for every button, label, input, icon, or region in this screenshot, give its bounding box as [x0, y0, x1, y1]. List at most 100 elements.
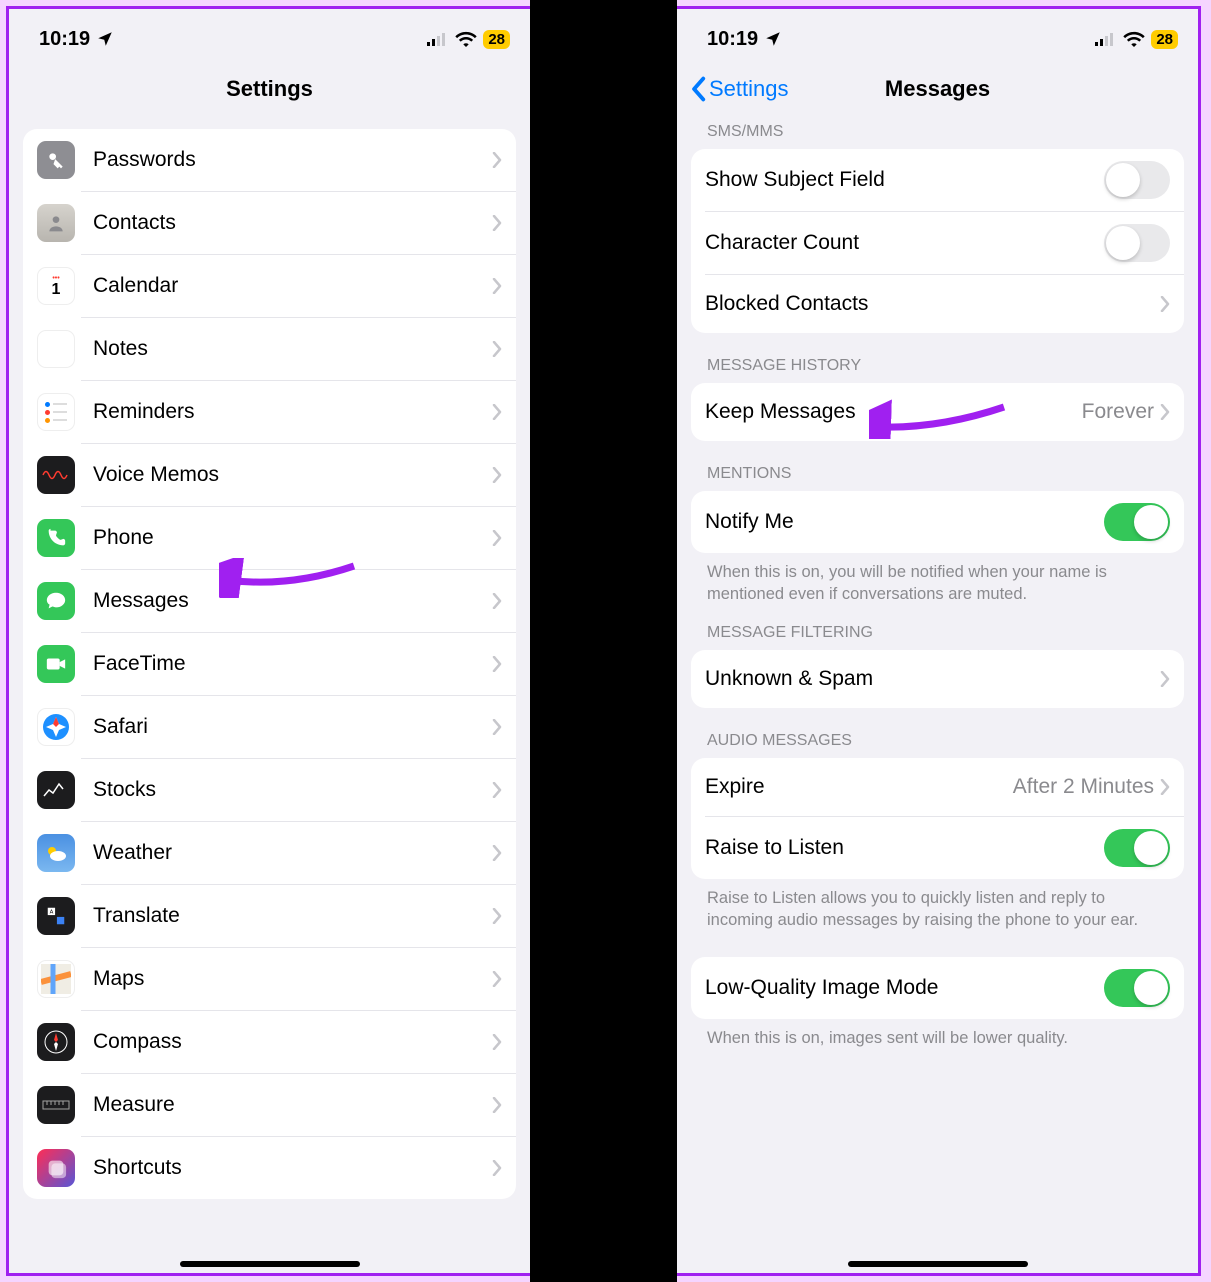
row-notify-me[interactable]: Notify Me: [691, 491, 1184, 553]
location-icon: [764, 30, 782, 48]
compass-icon: [37, 1023, 75, 1061]
row-character-count[interactable]: Character Count: [691, 212, 1184, 274]
chevron-right-icon: [492, 971, 502, 987]
chevron-right-icon: [492, 1034, 502, 1050]
settings-row-reminders[interactable]: Reminders: [23, 381, 516, 443]
chevron-right-icon: [492, 1160, 502, 1176]
chevron-right-icon: [492, 467, 502, 483]
contacts-icon: [37, 204, 75, 242]
back-button[interactable]: Settings: [689, 76, 789, 102]
section-header-filtering: MESSAGE FILTERING: [677, 606, 1198, 650]
settings-row-messages[interactable]: Messages: [23, 570, 516, 632]
row-label: Compass: [93, 1030, 492, 1054]
chevron-right-icon: [492, 152, 502, 168]
toggle-show-subject[interactable]: [1104, 161, 1170, 199]
passwords-icon: [37, 141, 75, 179]
row-raise-to-listen[interactable]: Raise to Listen: [691, 817, 1184, 879]
settings-row-shortcuts[interactable]: Shortcuts: [23, 1137, 516, 1199]
settings-row-contacts[interactable]: Contacts: [23, 192, 516, 254]
settings-list: Passwords Contacts•••1CalendarNotesRemind…: [23, 129, 516, 1199]
row-label: FaceTime: [93, 652, 492, 676]
row-label: Measure: [93, 1093, 492, 1117]
row-label: Voice Memos: [93, 463, 492, 487]
back-label: Settings: [709, 76, 789, 102]
chevron-right-icon: [492, 215, 502, 231]
section-header-smsmms: SMS/MMS: [677, 119, 1198, 149]
page-title: Settings: [226, 76, 313, 102]
row-label: Weather: [93, 841, 492, 865]
toggle-character-count[interactable]: [1104, 224, 1170, 262]
settings-row-voicememos[interactable]: Voice Memos: [23, 444, 516, 506]
chevron-right-icon: [1160, 671, 1170, 687]
page-title: Messages: [885, 76, 990, 102]
messages-settings-screen: 10:19 28 Settings Messages SMS/MMS Show …: [677, 6, 1201, 1276]
settings-row-translate[interactable]: A Translate: [23, 885, 516, 947]
panel-divider: [530, 0, 677, 1282]
settings-row-weather[interactable]: Weather: [23, 822, 516, 884]
battery-badge: 28: [1151, 30, 1178, 49]
location-icon: [96, 30, 114, 48]
section-header-audio: AUDIO MESSAGES: [677, 708, 1198, 758]
measure-icon: [37, 1086, 75, 1124]
chevron-right-icon: [492, 593, 502, 609]
settings-row-compass[interactable]: Compass: [23, 1011, 516, 1073]
chevron-right-icon: [492, 278, 502, 294]
chevron-right-icon: [1160, 296, 1170, 312]
settings-row-phone[interactable]: Phone: [23, 507, 516, 569]
home-indicator: [848, 1261, 1028, 1267]
svg-text:A: A: [50, 909, 54, 915]
chevron-right-icon: [1160, 779, 1170, 795]
row-label: Notify Me: [705, 510, 1104, 534]
chevron-right-icon: [492, 845, 502, 861]
reminders-icon: [37, 393, 75, 431]
row-label: Raise to Listen: [705, 836, 1104, 860]
chevron-right-icon: [492, 908, 502, 924]
section-footer-lowq: When this is on, images sent will be low…: [677, 1019, 1198, 1049]
settings-row-passwords[interactable]: Passwords: [23, 129, 516, 191]
settings-row-stocks[interactable]: Stocks: [23, 759, 516, 821]
row-label: Stocks: [93, 778, 492, 802]
toggle-notify-me[interactable]: [1104, 503, 1170, 541]
home-indicator: [180, 1261, 360, 1267]
settings-row-notes[interactable]: Notes: [23, 318, 516, 380]
row-low-quality-image[interactable]: Low-Quality Image Mode: [691, 957, 1184, 1019]
facetime-icon: [37, 645, 75, 683]
translate-icon: A: [37, 897, 75, 935]
row-expire[interactable]: Expire After 2 Minutes: [691, 758, 1184, 816]
status-time: 10:19: [707, 28, 758, 51]
row-show-subject-field[interactable]: Show Subject Field: [691, 149, 1184, 211]
row-label: Messages: [93, 589, 492, 613]
calendar-icon: •••1: [37, 267, 75, 305]
section-footer-audio: Raise to Listen allows you to quickly li…: [677, 879, 1198, 932]
chevron-right-icon: [492, 782, 502, 798]
chevron-right-icon: [492, 656, 502, 672]
voicememos-icon: [37, 456, 75, 494]
stocks-icon: [37, 771, 75, 809]
row-label: Keep Messages: [705, 400, 1082, 424]
row-keep-messages[interactable]: Keep Messages Forever: [691, 383, 1184, 441]
toggle-raise-to-listen[interactable]: [1104, 829, 1170, 867]
row-label: Unknown & Spam: [705, 667, 1160, 691]
settings-row-facetime[interactable]: FaceTime: [23, 633, 516, 695]
messages-icon: [37, 582, 75, 620]
settings-row-safari[interactable]: Safari: [23, 696, 516, 758]
row-label: Translate: [93, 904, 492, 928]
row-unknown-spam[interactable]: Unknown & Spam: [691, 650, 1184, 708]
battery-badge: 28: [483, 30, 510, 49]
chevron-right-icon: [1160, 404, 1170, 420]
settings-row-maps[interactable]: Maps: [23, 948, 516, 1010]
settings-screen: 10:19 28 Settings PasswordsContacts•••1C…: [6, 6, 530, 1276]
row-blocked-contacts[interactable]: Blocked Contacts: [691, 275, 1184, 333]
row-label: Blocked Contacts: [705, 292, 1160, 316]
toggle-low-quality-image[interactable]: [1104, 969, 1170, 1007]
row-label: Safari: [93, 715, 492, 739]
settings-row-calendar[interactable]: •••1Calendar: [23, 255, 516, 317]
weather-icon: [37, 834, 75, 872]
cellular-icon: [1095, 32, 1117, 46]
section-header-history: MESSAGE HISTORY: [677, 333, 1198, 383]
row-value: Forever: [1082, 400, 1154, 424]
notes-icon: [37, 330, 75, 368]
row-value: After 2 Minutes: [1013, 775, 1154, 799]
settings-row-measure[interactable]: Measure: [23, 1074, 516, 1136]
row-label: Passwords: [93, 148, 492, 172]
